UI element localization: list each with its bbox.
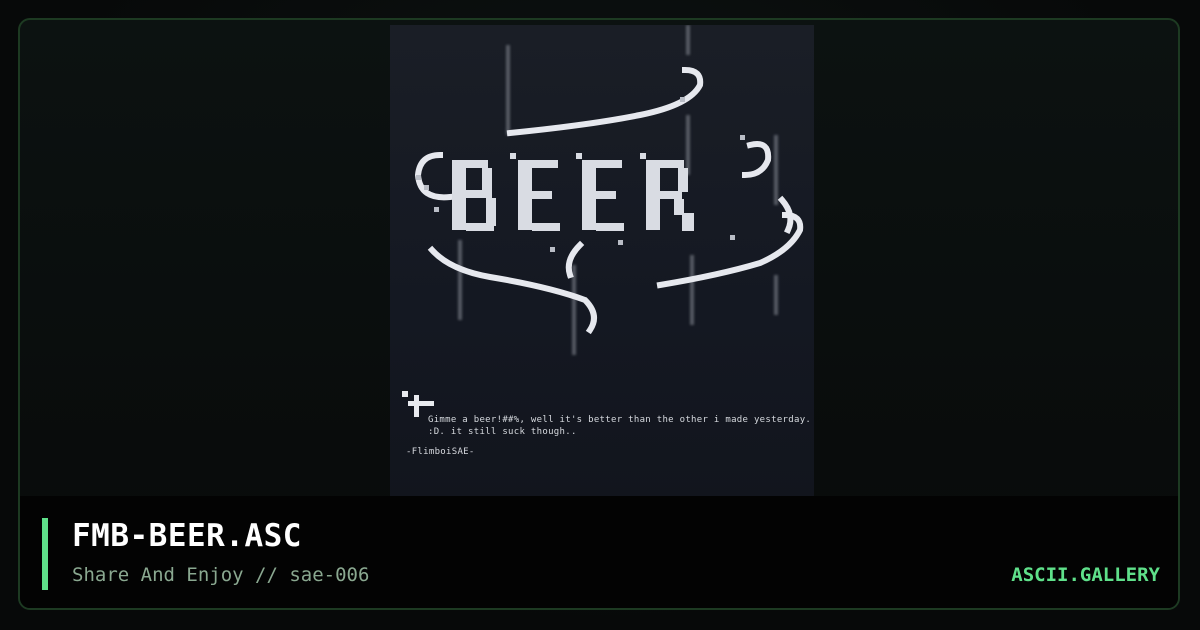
og-card: Gimme a beer!##%, well it's better than … bbox=[0, 0, 1200, 630]
artwork-title: FMB-BEER.ASC bbox=[72, 518, 302, 554]
artwork-signature: -FlimboiSAE- bbox=[406, 447, 475, 457]
card-frame: Gimme a beer!##%, well it's better than … bbox=[18, 18, 1180, 610]
accent-bar bbox=[42, 518, 48, 590]
card-footer: FMB-BEER.ASC Share And Enjoy // sae-006 … bbox=[20, 496, 1178, 608]
ascii-artwork-preview[interactable]: Gimme a beer!##%, well it's better than … bbox=[390, 25, 814, 501]
artwork-subtitle: Share And Enjoy // sae-006 bbox=[72, 564, 370, 586]
site-name-link[interactable]: ASCII.GALLERY bbox=[1011, 564, 1160, 586]
artwork-caption-line-2: :D. it still suck though.. bbox=[428, 427, 577, 437]
artwork-caption-line-1: Gimme a beer!##%, well it's better than … bbox=[428, 415, 812, 425]
